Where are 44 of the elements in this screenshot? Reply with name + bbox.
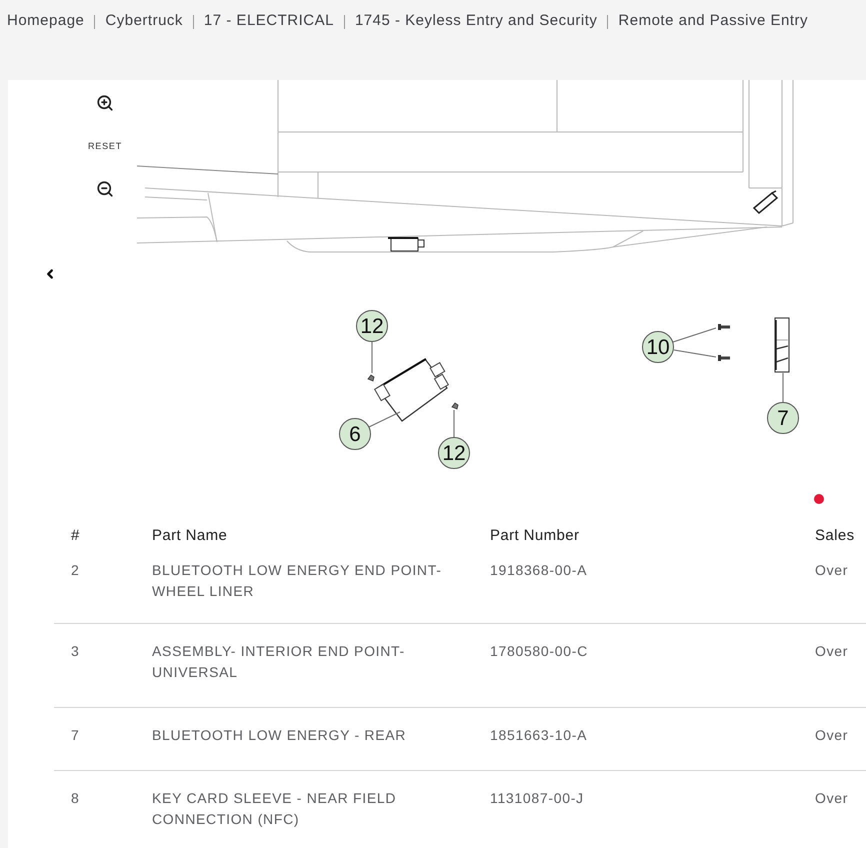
module-drawing: [388, 237, 424, 252]
zoom-in-icon[interactable]: [96, 94, 114, 112]
table-cell: 8: [71, 790, 80, 806]
breadcrumb-link[interactable]: 1745 - Keyless Entry and Security: [354, 11, 598, 31]
callout-marker[interactable]: 12: [356, 310, 388, 342]
table-cell: 3: [71, 643, 80, 659]
leader-line: [674, 350, 716, 358]
table-cell: Over: [815, 727, 848, 743]
table-cell: 1851663-10-A: [490, 727, 588, 743]
table-cell: 1918368-00-A: [490, 562, 588, 578]
sensor-drawing: [752, 190, 778, 214]
screw-drawing: [718, 355, 730, 361]
reset-button[interactable]: RESET: [88, 141, 122, 152]
table-cell: 1131087-00-J: [490, 790, 584, 806]
column-header: Part Number: [490, 527, 580, 544]
breadcrumb-link[interactable]: Cybertruck: [105, 11, 183, 31]
table-cell: BLUETOOTH LOW ENERGY END POINT- WHEEL LINER: [152, 562, 442, 599]
breadcrumb-link[interactable]: 17 - ELECTRICAL: [204, 11, 334, 31]
column-header: Part Name: [152, 527, 228, 544]
callout-marker[interactable]: 10: [642, 331, 674, 363]
leader-line: [672, 328, 716, 342]
zoom-out-icon[interactable]: [96, 180, 114, 198]
callout-marker[interactable]: 6: [339, 418, 371, 450]
table-cell: 2: [71, 562, 80, 578]
leader-line: [782, 372, 784, 402]
table-cell: KEY CARD SLEEVE - NEAR FIELD CONNECTION (NFC): [152, 790, 396, 827]
table-cell: BLUETOOTH LOW ENERGY - REAR: [152, 727, 406, 743]
breadcrumb-link[interactable]: Remote and Passive Entry: [618, 11, 808, 31]
column-header: Sales: [815, 527, 855, 544]
table-cell: 7: [71, 727, 80, 743]
sensor-drawing: [774, 318, 790, 372]
table-cell: Over: [815, 562, 848, 578]
table-cell: Over: [815, 790, 848, 806]
callout-marker[interactable]: 7: [767, 402, 799, 434]
leader-line: [368, 412, 400, 428]
marker-dot-icon: [814, 494, 824, 504]
callout-marker[interactable]: 12: [438, 437, 470, 469]
screw-drawing: [718, 324, 730, 330]
table-cell: ASSEMBLY- INTERIOR END POINT- UNIVERSAL: [152, 643, 405, 680]
screw-drawing: [451, 402, 458, 410]
breadcrumb-link[interactable]: Homepage: [7, 11, 84, 31]
table-cell: 1780580-00-C: [490, 643, 588, 659]
table-cell: Over: [815, 643, 848, 659]
column-header: #: [71, 527, 80, 544]
